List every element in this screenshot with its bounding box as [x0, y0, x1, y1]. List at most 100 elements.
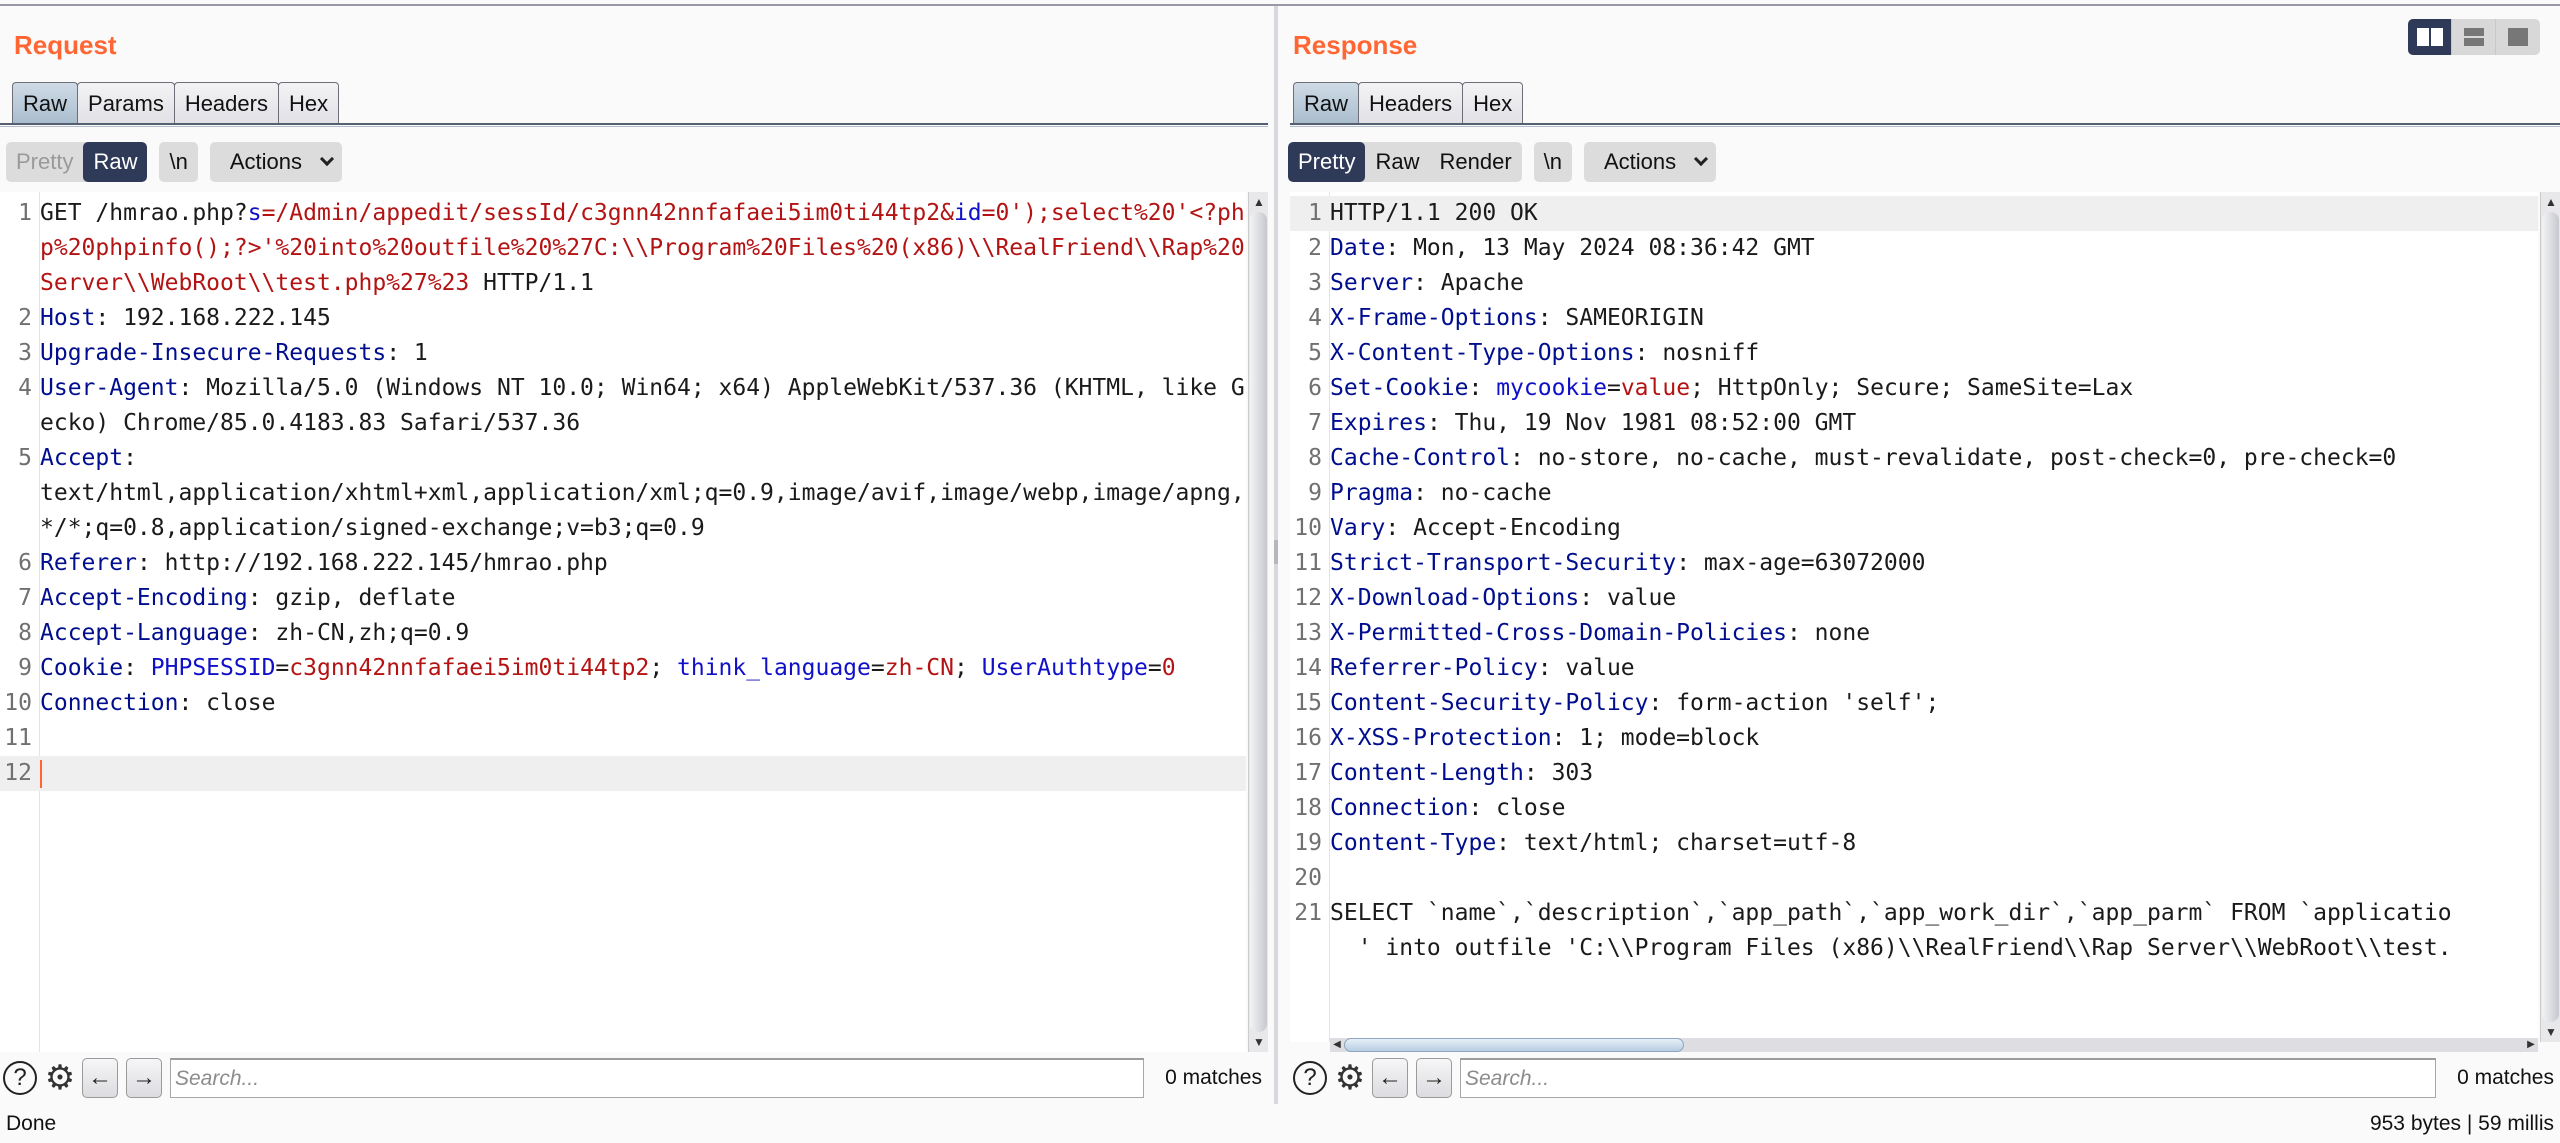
line-number: 17: [1294, 760, 1322, 786]
splitter-grip[interactable]: [1274, 540, 1278, 564]
code-line: 8 Accept-Language: zh-CN,zh;q=0.9: [0, 616, 1246, 651]
request-tab-raw[interactable]: Raw: [12, 82, 79, 124]
header-name: Vary: [1330, 515, 1386, 541]
gear-icon: ⚙: [1334, 1059, 1366, 1097]
scroll-right-icon[interactable]: ▶: [2524, 1038, 2538, 1052]
scrollbar-thumb[interactable]: [1250, 212, 1267, 1032]
request-actions-dropdown[interactable]: Actions: [209, 142, 342, 182]
response-tab-hex[interactable]: Hex: [1462, 82, 1524, 124]
code-line: 4 User-Agent: Mozilla/5.0 (Windows NT 10.…: [0, 371, 1246, 441]
response-tab-headers[interactable]: Headers: [1358, 82, 1464, 124]
request-tabs: Raw Params Headers Hex: [12, 82, 340, 124]
code-line: 12: [0, 756, 1246, 791]
arrow-left-icon: ←: [88, 1064, 112, 1091]
scroll-down-icon[interactable]: ▼: [2541, 1022, 2560, 1042]
header-name: Server: [1330, 270, 1414, 296]
line-number: 9: [18, 655, 32, 681]
previous-match-button[interactable]: ←: [1372, 1058, 1408, 1098]
response-panel: Response Raw Headers Hex Pretty Raw Rend…: [1288, 6, 2560, 1104]
header-name: Upgrade-Insecure-Requests: [40, 340, 387, 366]
header-name: X-Content-Type-Options: [1330, 340, 1635, 366]
line-number: 13: [1294, 620, 1322, 646]
response-tab-raw[interactable]: Raw: [1293, 82, 1360, 124]
line-content: Expires: Thu, 19 Nov 1981 08:52:00 GMT: [1326, 406, 2538, 441]
scroll-down-icon[interactable]: ▼: [1249, 1032, 1269, 1052]
next-match-button[interactable]: →: [1416, 1058, 1452, 1098]
code-line: 11 Strict-Transport-Security: max-age=630…: [1290, 546, 2538, 581]
text-segment: : Thu, 19 Nov 1981 08:52:00 GMT: [1426, 410, 1857, 436]
code-line: 12 X-Download-Options: value: [1290, 581, 2538, 616]
response-search-input[interactable]: [1460, 1058, 2436, 1098]
response-editor[interactable]: 1 HTTP/1.1 200 OK 2 Date: Mon, 13 May 2024 …: [1290, 192, 2538, 1042]
code-line: 21 SELECT `name`,`description`,`app_path`…: [1290, 896, 2538, 966]
param-value: c3gnn42nnfafaei5im0ti44tp2: [289, 655, 650, 681]
request-editor[interactable]: 1 GET /hmrao.php?s=/Admin/appedit/sessId/…: [0, 192, 1246, 1052]
previous-match-button[interactable]: ←: [82, 1058, 118, 1098]
header-name: Expires: [1330, 410, 1427, 436]
text-cursor: [40, 759, 42, 788]
next-match-button[interactable]: →: [126, 1058, 162, 1098]
code-line: 7 Expires: Thu, 19 Nov 1981 08:52:00 GMT: [1290, 406, 2538, 441]
response-lines: 1 HTTP/1.1 200 OK 2 Date: Mon, 13 May 2024 …: [1290, 196, 2538, 966]
text-segment: GET /hmrao.php?: [40, 200, 248, 226]
request-match-count: 0 matches: [1165, 1066, 1262, 1089]
header-name: Connection: [40, 690, 179, 716]
settings-button[interactable]: ⚙: [1332, 1058, 1368, 1098]
line-number: 15: [1294, 690, 1322, 716]
status-bar: Done 953 bytes | 59 millis: [0, 1108, 2560, 1143]
scroll-left-icon[interactable]: ◀: [1330, 1038, 1344, 1052]
layout-side-by-side-button[interactable]: [2408, 19, 2452, 55]
text-segment: ;: [954, 655, 982, 681]
response-raw-button[interactable]: Raw: [1365, 142, 1429, 182]
line-number: 11: [4, 725, 32, 751]
line-number: 3: [18, 340, 32, 366]
newline-label: \n: [169, 149, 188, 174]
line-number: 4: [1308, 305, 1322, 331]
request-raw-button[interactable]: Raw: [83, 142, 148, 182]
text-segment: : close: [1468, 795, 1566, 821]
settings-button[interactable]: ⚙: [42, 1058, 78, 1098]
response-vertical-scrollbar[interactable]: ▲ ▼: [2540, 192, 2560, 1042]
header-name: Content-Length: [1330, 760, 1524, 786]
line-number: 7: [1308, 410, 1322, 436]
line-content: User-Agent: Mozilla/5.0 (Windows NT 10.0…: [36, 371, 1246, 441]
request-pretty-button[interactable]: Pretty: [6, 142, 83, 182]
request-vertical-scrollbar[interactable]: ▲ ▼: [1248, 192, 1268, 1052]
code-line: 3 Upgrade-Insecure-Requests: 1: [0, 336, 1246, 371]
code-line: 2 Date: Mon, 13 May 2024 08:36:42 GMT: [1290, 231, 2538, 266]
layout-stacked-button[interactable]: [2452, 19, 2496, 55]
horizontal-scrollbar-thumb[interactable]: [1344, 1038, 1684, 1052]
line-content: [1326, 861, 2538, 896]
line-number: 14: [1294, 655, 1322, 681]
response-render-button[interactable]: Render: [1429, 142, 1521, 182]
code-line: 10 Vary: Accept-Encoding: [1290, 511, 2538, 546]
request-tab-params[interactable]: Params: [77, 82, 175, 124]
scroll-up-icon[interactable]: ▲: [2541, 192, 2560, 212]
request-search-input[interactable]: [170, 1058, 1144, 1098]
param-value: 0: [1161, 655, 1176, 681]
text-segment: : gzip, deflate: [247, 585, 456, 611]
help-button[interactable]: ?: [1292, 1058, 1328, 1098]
request-search-bar: ? ⚙ ← → 0 matches: [0, 1052, 1268, 1104]
help-button[interactable]: ?: [2, 1058, 38, 1098]
line-content: Accept: text/html,application/xhtml+xml,…: [36, 441, 1246, 546]
line-content: Accept-Language: zh-CN,zh;q=0.9: [36, 616, 1246, 651]
text-segment: HTTP/1.1: [469, 270, 594, 296]
request-newline-toggle[interactable]: \n: [159, 142, 198, 182]
scroll-up-icon[interactable]: ▲: [1249, 192, 1269, 212]
line-content: Content-Security-Policy: form-action 'se…: [1326, 686, 2538, 721]
line-number: 19: [1294, 830, 1322, 856]
request-tab-headers[interactable]: Headers: [173, 82, 279, 124]
response-horizontal-scrollbar[interactable]: ◀ ▶: [1330, 1038, 2538, 1052]
response-newline-toggle[interactable]: \n: [1533, 142, 1572, 182]
response-actions-dropdown[interactable]: Actions: [1584, 142, 1717, 182]
response-pretty-button[interactable]: Pretty: [1288, 142, 1366, 182]
scrollbar-thumb[interactable]: [2542, 212, 2559, 1022]
request-toolbar: Pretty Raw \n Actions: [6, 142, 354, 182]
response-tabs: Raw Headers Hex: [1293, 82, 1524, 124]
text-segment: : text/html; charset=utf-8: [1496, 830, 1857, 856]
header-name: Accept: [40, 445, 124, 471]
text-segment: HTTP/1.1 200 OK: [1330, 200, 1538, 226]
request-tab-hex[interactable]: Hex: [277, 82, 340, 124]
layout-single-button[interactable]: [2496, 19, 2540, 55]
